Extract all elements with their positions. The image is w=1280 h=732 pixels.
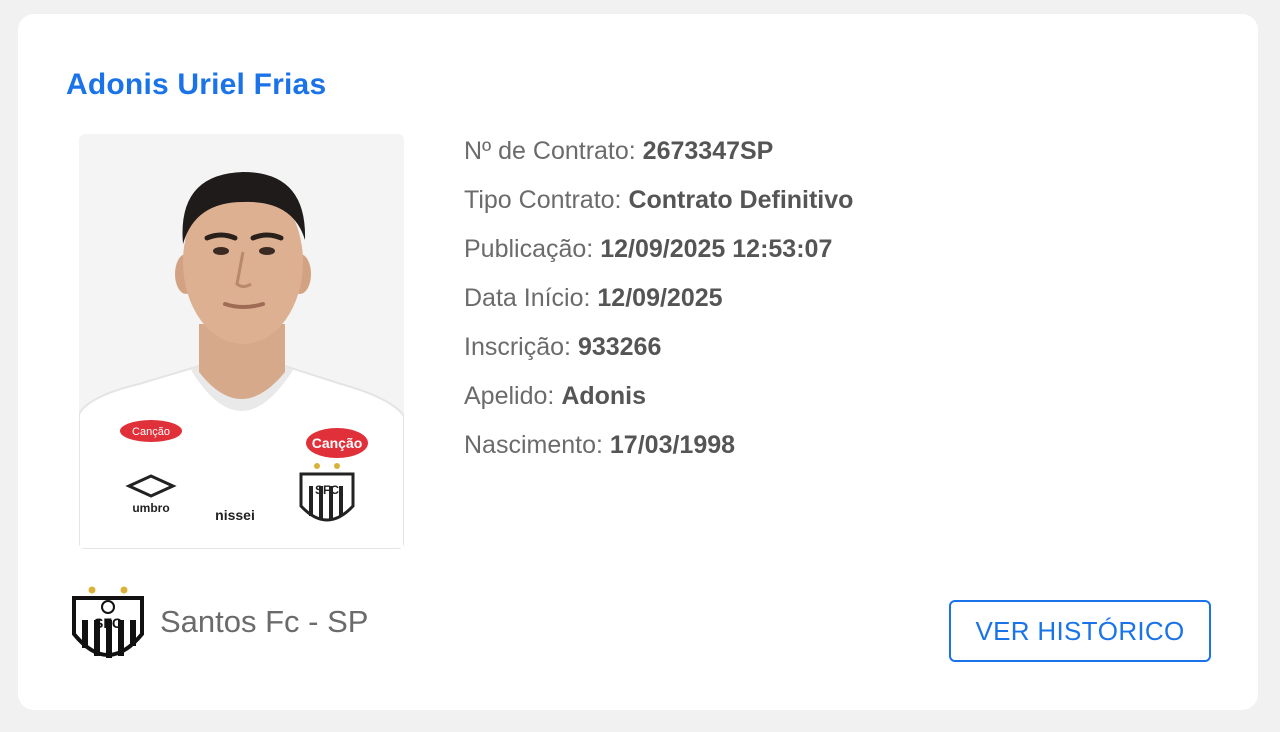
detail-row-birth: Nascimento: 17/03/1998 bbox=[464, 430, 853, 479]
detail-value: Contrato Definitivo bbox=[628, 186, 854, 214]
jersey-sponsor-text-right: Canção bbox=[312, 435, 363, 451]
detail-value: 12/09/2025 bbox=[597, 284, 723, 312]
detail-value: 17/03/1998 bbox=[609, 431, 736, 459]
contract-details: Nº de Contrato: 2673347SP Tipo Contrato:… bbox=[464, 136, 853, 479]
detail-label: Nº de Contrato: bbox=[464, 137, 636, 165]
club-name: Santos Fc - SP bbox=[160, 603, 369, 639]
club-crest-text: SFC bbox=[94, 615, 122, 631]
player-card: Adonis Uriel Frias Canção Canção umbro n… bbox=[18, 14, 1258, 710]
jersey-lower-sponsor-text: nissei bbox=[215, 507, 255, 523]
player-photo: Canção Canção umbro nissei SFC bbox=[79, 134, 404, 549]
detail-value: 933266 bbox=[577, 333, 662, 361]
detail-label: Apelido: bbox=[464, 382, 555, 410]
detail-row-contract-type: Tipo Contrato: Contrato Definitivo bbox=[464, 185, 853, 234]
detail-row-start-date: Data Início: 12/09/2025 bbox=[464, 283, 853, 332]
jersey-brand-text: umbro bbox=[132, 501, 169, 515]
detail-row-nickname: Apelido: Adonis bbox=[464, 381, 853, 430]
detail-label: Inscrição: bbox=[464, 333, 571, 361]
player-name: Adonis Uriel Frias bbox=[66, 68, 327, 101]
detail-label: Data Início: bbox=[464, 284, 591, 312]
player-photo-illustration: Canção Canção umbro nissei SFC bbox=[79, 134, 404, 549]
view-history-button[interactable]: VER HISTÓRICO bbox=[949, 600, 1211, 662]
detail-label: Tipo Contrato: bbox=[464, 186, 622, 214]
jersey-sponsor-text: Canção bbox=[132, 426, 170, 438]
detail-label: Nascimento: bbox=[464, 431, 603, 459]
detail-value: 2673347SP bbox=[642, 137, 774, 165]
detail-value: 12/09/2025 12:53:07 bbox=[600, 235, 833, 263]
club-info: SFC Santos Fc - SP bbox=[70, 584, 368, 671]
jersey-crest-text: SFC bbox=[315, 483, 339, 497]
detail-label: Publicação: bbox=[464, 235, 594, 263]
detail-value: Adonis bbox=[561, 382, 647, 410]
detail-row-publication: Publicação: 12/09/2025 12:53:07 bbox=[464, 234, 853, 283]
club-crest-icon: SFC bbox=[70, 584, 146, 671]
detail-row-registration: Inscrição: 933266 bbox=[464, 332, 853, 381]
detail-row-contract-number: Nº de Contrato: 2673347SP bbox=[464, 136, 853, 185]
